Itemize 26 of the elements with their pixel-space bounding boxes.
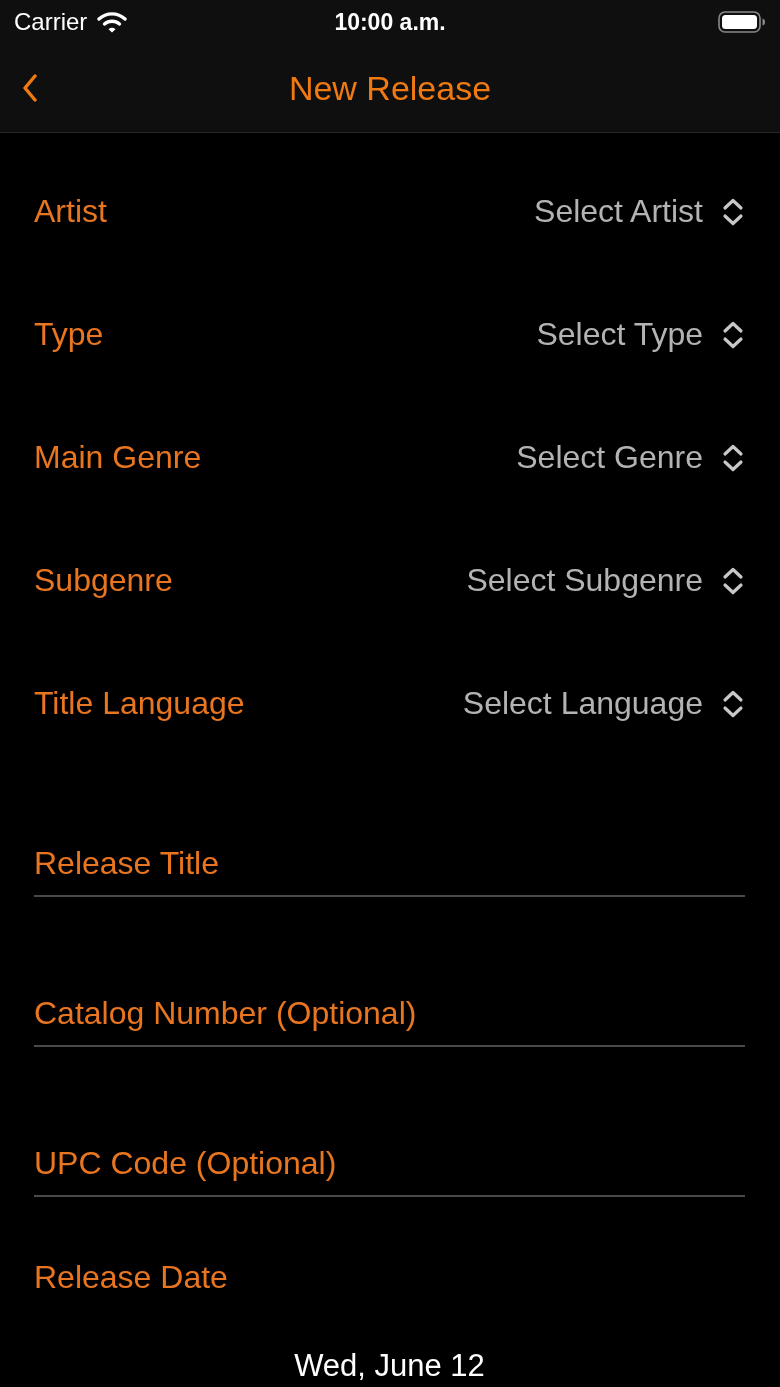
text-input-field[interactable]: Release Title [34, 845, 745, 897]
field-label: Type [34, 316, 104, 353]
picker-button[interactable]: Select Subgenre [466, 562, 745, 599]
chevron-up-down-icon [721, 196, 745, 227]
back-icon[interactable] [22, 74, 38, 102]
carrier-name: Carrier [14, 8, 88, 36]
picker-button[interactable]: Select Artist [534, 193, 745, 230]
date-picker-value[interactable]: Wed, June 12 [294, 1349, 485, 1383]
picker-button[interactable]: Select Genre [516, 439, 745, 476]
wifi-icon [97, 11, 128, 33]
field-label: Release Date [34, 1258, 228, 1297]
field-label: Subgenre [34, 562, 173, 599]
clock-time: 10:00 a.m. [334, 8, 446, 36]
text-input-field[interactable]: Catalog Number (Optional) [34, 995, 745, 1047]
chevron-up-down-icon [721, 319, 745, 350]
field-label: Main Genre [34, 439, 202, 476]
battery-icon [718, 11, 766, 33]
field-label: Title Language [34, 685, 245, 722]
text-input-field[interactable]: UPC Code (Optional) [34, 1145, 745, 1197]
picker-button[interactable]: Select Language [462, 685, 745, 722]
chevron-up-down-icon [721, 565, 745, 596]
screen-title: New Release [288, 68, 492, 108]
chevron-up-down-icon [721, 442, 745, 473]
picker-button[interactable]: Select Type [536, 316, 745, 353]
chevron-up-down-icon [721, 688, 745, 719]
field-label: Artist [34, 193, 107, 230]
